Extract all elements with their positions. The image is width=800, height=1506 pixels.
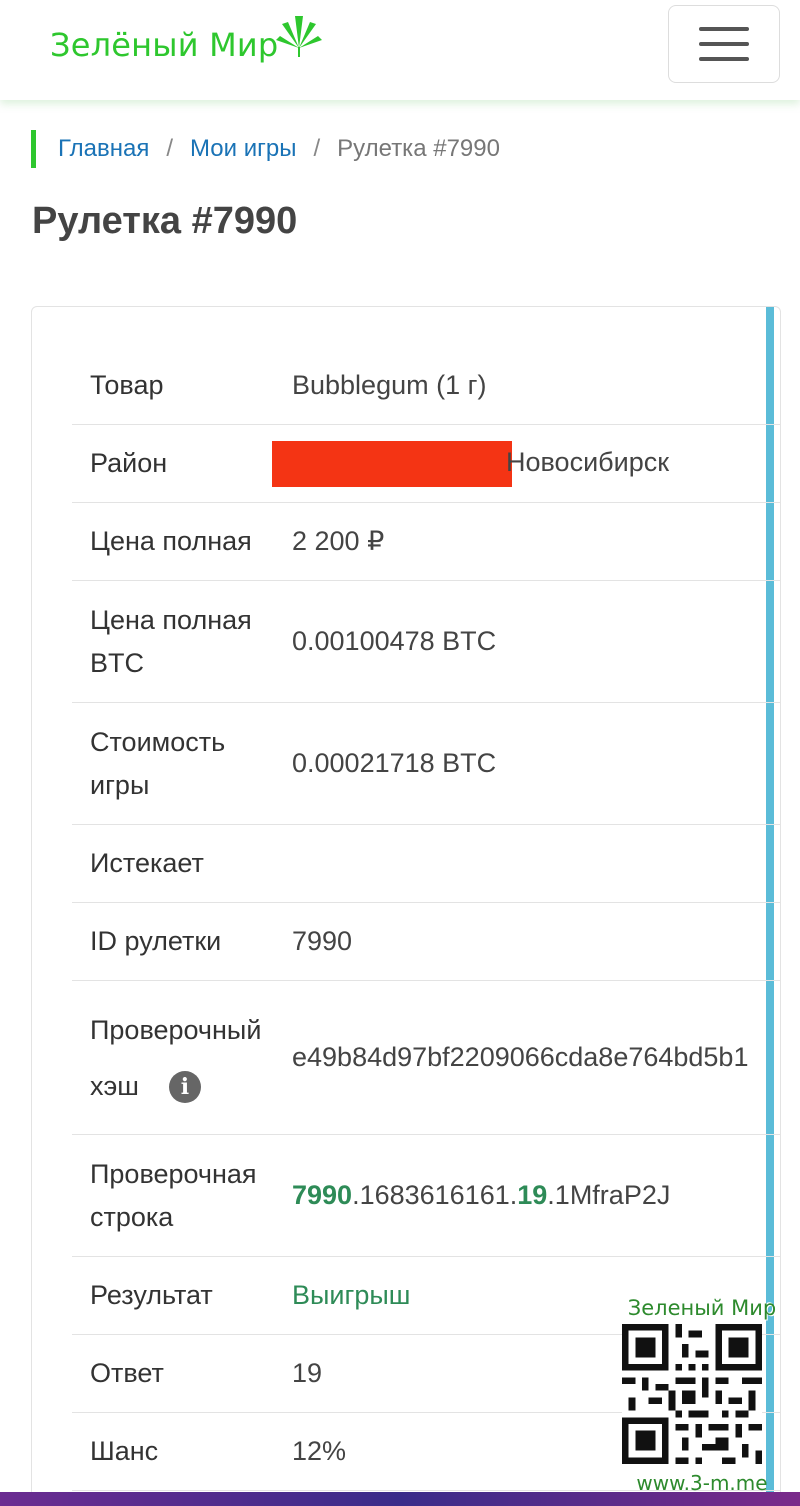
info-icon[interactable]: i (168, 1071, 201, 1104)
verify-answer: 19 (517, 1180, 548, 1210)
breadcrumb-my-games[interactable]: Мои игры (190, 135, 296, 163)
row-value: 0.00021718 BTC (292, 748, 497, 778)
verify-timestamp: .1683616161. (352, 1180, 518, 1210)
qr-code-icon (622, 1324, 762, 1464)
row-value: 0.00100478 BTC (292, 626, 497, 656)
row-label: Стоимость игры (90, 726, 226, 800)
breadcrumb-separator: / (166, 135, 174, 162)
row-value: 2 200 ₽ (292, 526, 385, 556)
row-value: Новосибирск (272, 440, 780, 487)
row-label: Истекает (90, 848, 204, 878)
verify-salt: .1MfraP2J (547, 1180, 671, 1210)
page-title: Рулетка #7990 (32, 200, 298, 242)
row-label: ID рулетки (90, 926, 222, 956)
watermark-title: Зеленый Мир (627, 1296, 777, 1320)
logo[interactable]: Зелёный Мир (50, 14, 323, 64)
verify-id: 7990 (292, 1180, 353, 1210)
row-label: Район (90, 448, 168, 478)
table-row: ID рулетки 7990 (72, 903, 780, 981)
row-label: Проверочный хэш i (72, 1002, 292, 1114)
row-label: Результат (90, 1280, 213, 1310)
hamburger-icon-line (699, 42, 749, 46)
table-row: Район Новосибирск (72, 425, 780, 503)
logo-text: Зелёный Мир (50, 26, 279, 64)
table-row: Цена полная BTC 0.00100478 BTC (72, 581, 780, 703)
table-row: Истекает (72, 825, 780, 903)
row-label: Цена полная BTC (90, 604, 252, 678)
site-header: Зелёный Мир (0, 0, 800, 100)
table-row: Цена полная 2 200 ₽ (72, 503, 780, 581)
breadcrumb-home[interactable]: Главная (58, 135, 149, 163)
table-row: Товар Bubblegum (1 г) (72, 347, 780, 425)
breadcrumb-current: Рулетка #7990 (337, 135, 500, 162)
row-label: Проверочная строка (90, 1158, 257, 1232)
watermark: Зеленый Мир www.3-m.me (622, 1296, 782, 1495)
row-label: Ответ (90, 1358, 164, 1388)
menu-button[interactable] (668, 5, 780, 83)
cannabis-leaf-icon (276, 16, 323, 57)
row-value: Bubblegum (1 г) (292, 370, 487, 400)
hamburger-icon-line (699, 57, 749, 61)
row-label: Цена полная (90, 526, 252, 556)
row-value: 7990.1683616161.19.1MfraP2J (292, 1180, 780, 1211)
row-label: Товар (90, 370, 164, 400)
row-label: Шанс (90, 1436, 159, 1466)
hamburger-icon-line (699, 27, 749, 31)
bottom-bar (0, 1492, 800, 1506)
breadcrumb: Главная / Мои игры / Рулетка #7990 (31, 130, 500, 168)
district-value: Новосибирск (506, 446, 670, 477)
row-value: e49b84d97bf2209066cda8e764bd5b1 (292, 1042, 749, 1072)
redaction-box (272, 440, 512, 487)
breadcrumb-separator: / (313, 135, 321, 162)
table-row: Проверочная строка 7990.1683616161.19.1M… (72, 1135, 780, 1257)
row-value: 7990 (292, 926, 353, 956)
table-row: Проверочный хэш i e49b84d97bf2209066cda8e… (72, 981, 780, 1135)
table-row: Стоимость игры 0.00021718 BTC (72, 703, 780, 825)
